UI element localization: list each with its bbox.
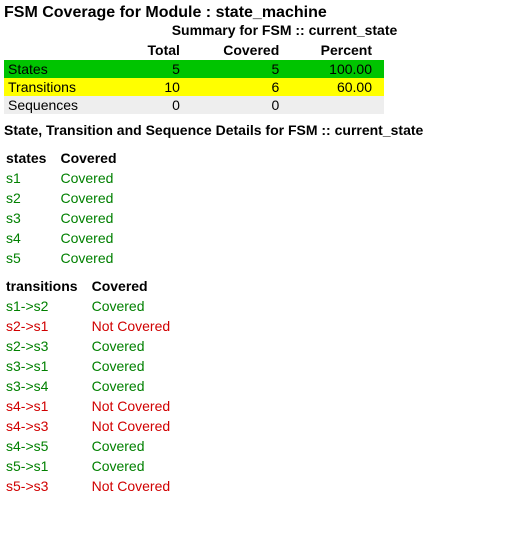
summary-header-percent: Percent — [291, 40, 384, 60]
details-title: State, Transition and Sequence Details f… — [4, 122, 505, 138]
transition-name: s5->s3 — [4, 476, 90, 496]
summary-transitions-label: Transitions — [4, 78, 126, 96]
transition-row: s3->s1Covered — [4, 356, 182, 376]
transition-status: Covered — [90, 356, 183, 376]
state-name: s2 — [4, 188, 58, 208]
state-status: Covered — [58, 228, 128, 248]
summary-transitions-covered: 6 — [192, 78, 291, 96]
summary-states-covered: 5 — [192, 60, 291, 78]
state-row: s5Covered — [4, 248, 129, 268]
summary-header-blank — [4, 40, 126, 60]
transition-row: s4->s3Not Covered — [4, 416, 182, 436]
summary-row-sequences: Sequences 0 0 — [4, 96, 384, 114]
transition-status: Not Covered — [90, 416, 183, 436]
transition-row: s4->s1Not Covered — [4, 396, 182, 416]
summary-sequences-total: 0 — [126, 96, 192, 114]
summary-header-row: Total Covered Percent — [4, 40, 384, 60]
states-header-name: states — [4, 148, 58, 168]
state-name: s3 — [4, 208, 58, 228]
summary-sequences-percent — [291, 96, 384, 114]
transition-status: Covered — [90, 336, 183, 356]
transition-name: s4->s5 — [4, 436, 90, 456]
transitions-header-row: transitions Covered — [4, 276, 182, 296]
summary-header-covered: Covered — [192, 40, 291, 60]
transition-row: s5->s3Not Covered — [4, 476, 182, 496]
summary-sequences-label: Sequences — [4, 96, 126, 114]
transition-row: s3->s4Covered — [4, 376, 182, 396]
transition-status: Not Covered — [90, 396, 183, 416]
transition-name: s1->s2 — [4, 296, 90, 316]
transitions-header-cov: Covered — [90, 276, 183, 296]
transition-status: Covered — [90, 296, 183, 316]
summary-states-percent: 100.00 — [291, 60, 384, 78]
transition-status: Covered — [90, 456, 183, 476]
summary-row-transitions: Transitions 10 6 60.00 — [4, 78, 384, 96]
transition-name: s5->s1 — [4, 456, 90, 476]
transition-status: Not Covered — [90, 316, 183, 336]
state-row: s1Covered — [4, 168, 129, 188]
transition-name: s3->s4 — [4, 376, 90, 396]
state-row: s3Covered — [4, 208, 129, 228]
states-header-row: states Covered — [4, 148, 129, 168]
summary-states-label: States — [4, 60, 126, 78]
summary-header-total: Total — [126, 40, 192, 60]
transition-status: Covered — [90, 376, 183, 396]
state-name: s5 — [4, 248, 58, 268]
transitions-table: transitions Covered s1->s2Covereds2->s1N… — [4, 276, 182, 496]
transition-name: s4->s3 — [4, 416, 90, 436]
state-name: s4 — [4, 228, 58, 248]
state-status: Covered — [58, 208, 128, 228]
transition-row: s2->s3Covered — [4, 336, 182, 356]
summary-transitions-percent: 60.00 — [291, 78, 384, 96]
state-status: Covered — [58, 168, 128, 188]
transition-name: s3->s1 — [4, 356, 90, 376]
state-name: s1 — [4, 168, 58, 188]
summary-row-states: States 5 5 100.00 — [4, 60, 384, 78]
transition-row: s1->s2Covered — [4, 296, 182, 316]
transition-row: s2->s1Not Covered — [4, 316, 182, 336]
state-status: Covered — [58, 248, 128, 268]
state-row: s2Covered — [4, 188, 129, 208]
transition-name: s2->s3 — [4, 336, 90, 356]
summary-states-total: 5 — [126, 60, 192, 78]
module-title: FSM Coverage for Module : state_machine — [4, 4, 505, 22]
summary-table: Total Covered Percent States 5 5 100.00 … — [4, 40, 384, 114]
transition-row: s5->s1Covered — [4, 456, 182, 476]
summary-transitions-total: 10 — [126, 78, 192, 96]
state-status: Covered — [58, 188, 128, 208]
transition-status: Not Covered — [90, 476, 183, 496]
summary-title: Summary for FSM :: current_state — [64, 22, 505, 38]
states-table: states Covered s1Covereds2Covereds3Cover… — [4, 148, 129, 268]
transitions-header-name: transitions — [4, 276, 90, 296]
transition-name: s4->s1 — [4, 396, 90, 416]
transition-name: s2->s1 — [4, 316, 90, 336]
states-header-cov: Covered — [58, 148, 128, 168]
summary-sequences-covered: 0 — [192, 96, 291, 114]
transition-row: s4->s5Covered — [4, 436, 182, 456]
transition-status: Covered — [90, 436, 183, 456]
state-row: s4Covered — [4, 228, 129, 248]
